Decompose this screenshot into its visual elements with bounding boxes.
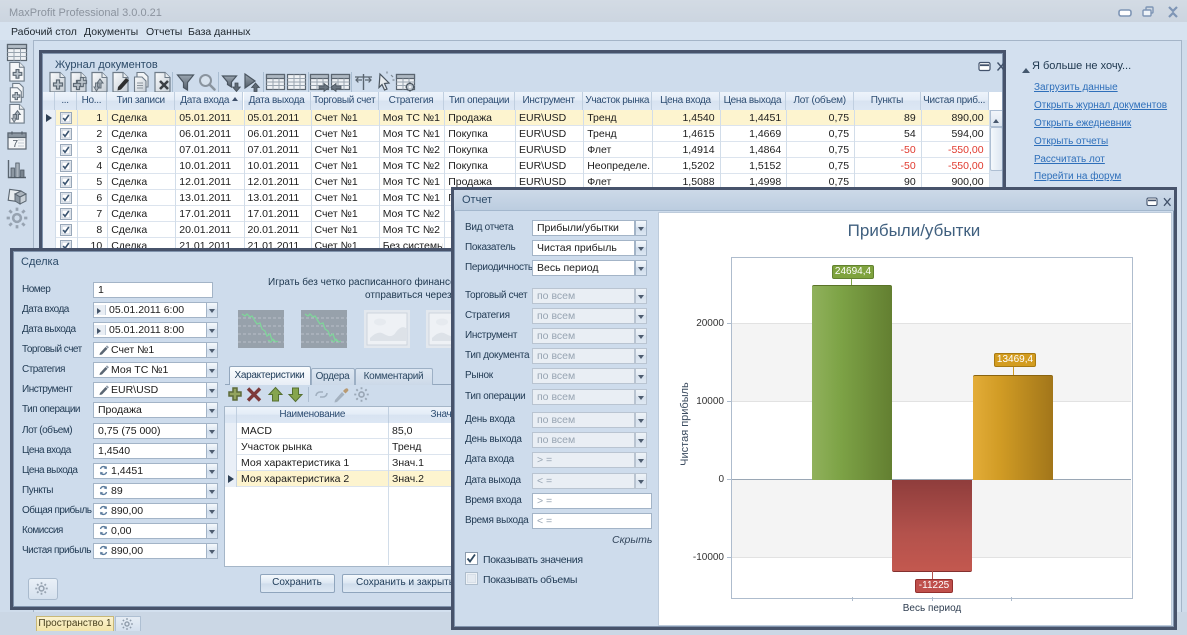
svg-text:7: 7 — [13, 139, 19, 150]
